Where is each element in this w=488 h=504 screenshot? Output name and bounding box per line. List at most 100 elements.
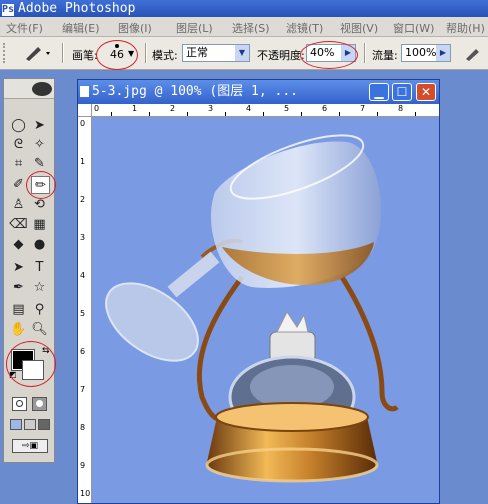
ruler-tick (415, 112, 416, 116)
ruler-left-label: 2 (80, 195, 86, 204)
lasso-tool-icon[interactable]: ᘓ (9, 136, 28, 154)
photoshop-logo-icon: Ps (2, 4, 15, 16)
close-icon: ✕ (420, 85, 432, 99)
maximize-icon: ☐ (396, 85, 408, 99)
screen-mode-menubar-button[interactable] (24, 419, 36, 430)
ruler-top-label: 2 (170, 104, 176, 113)
dodge-tool-icon[interactable]: ● (30, 236, 49, 254)
menu-edit[interactable]: 编辑(E) (62, 20, 100, 36)
ruler-top-label: 0 (94, 104, 100, 113)
document-window: 5-3.jpg @ 100% (图层 1, ... ▁ ☐ ✕ 0 1 2 3 … (77, 79, 440, 504)
ruler-left-label: 3 (80, 233, 86, 242)
flow-label: 流量: (372, 49, 398, 62)
minimize-button[interactable]: ▁ (369, 83, 389, 101)
annotation-circle-colors (6, 341, 56, 387)
ruler-left-label: 4 (80, 271, 86, 280)
airbrush-button[interactable] (462, 44, 482, 62)
eyedropper-tool-icon[interactable]: ⚲ (30, 301, 49, 319)
ruler-left-label: 0 (80, 119, 86, 128)
eye-logo-icon (32, 82, 52, 96)
ruler-top-label: 8 (398, 104, 404, 113)
flow-field[interactable]: 100% ▶ (401, 44, 451, 62)
ruler-left-label: 5 (80, 309, 86, 318)
menu-file[interactable]: 文件(F) (6, 20, 43, 36)
chevron-right-icon: ▶ (436, 45, 450, 61)
lamp-and-glass-image (105, 134, 399, 483)
type-tool-icon[interactable]: T (30, 259, 49, 277)
separator (145, 43, 147, 63)
gradient-tool-icon[interactable]: ▦ (30, 216, 49, 234)
ruler-top-label: 3 (208, 104, 214, 113)
document-icon (80, 86, 89, 97)
tool-preset-picker[interactable] (18, 44, 56, 62)
path-selection-tool-icon[interactable]: ➤ (9, 259, 28, 277)
shape-tool-icon[interactable]: ☆ (30, 279, 49, 297)
ruler-left-label: 7 (80, 385, 86, 394)
clone-stamp-tool-icon[interactable]: ♙ (9, 196, 28, 214)
image-canvas[interactable] (92, 117, 439, 503)
ruler-corner[interactable] (78, 104, 92, 117)
standard-mode-button[interactable] (12, 397, 27, 411)
menu-help[interactable]: 帮助(H) (446, 20, 485, 36)
screen-mode-full-button[interactable] (38, 419, 50, 430)
ruler-tick (111, 112, 112, 116)
menu-window[interactable]: 窗口(W) (393, 20, 434, 36)
ruler-top-label: 5 (284, 104, 290, 113)
mode-select[interactable]: 正常 ▼ (182, 44, 250, 62)
mode-label: 模式: (152, 49, 178, 62)
ruler-top-label: 7 (360, 104, 366, 113)
annotation-circle-opacity (300, 41, 358, 69)
menu-filter[interactable]: 滤镜(T) (286, 20, 323, 36)
app-titlebar: Ps Adobe Photoshop (0, 0, 488, 17)
vertical-ruler[interactable]: 0 1 2 3 4 5 6 7 8 9 10 (78, 117, 92, 503)
ruler-tick (149, 112, 150, 116)
move-tool-icon[interactable]: ➤ (30, 117, 49, 135)
marquee-tool-icon[interactable]: ◯ (9, 117, 28, 135)
flow-value: 100% (405, 46, 437, 59)
document-title: 5-3.jpg @ 100% (图层 1, ... (92, 84, 299, 99)
airbrush-icon (466, 49, 479, 61)
blur-tool-icon[interactable]: ◆ (9, 236, 28, 254)
minimize-icon: ▁ (374, 85, 384, 99)
ruler-left-label: 6 (80, 347, 86, 356)
options-grip[interactable] (3, 43, 9, 63)
quick-mask-button[interactable] (32, 397, 47, 411)
ruler-tick (225, 112, 226, 116)
screen-mode-standard-button[interactable] (10, 419, 22, 430)
ruler-tick (301, 112, 302, 116)
close-button[interactable]: ✕ (416, 83, 436, 101)
brush-icon (26, 47, 50, 61)
ruler-top-label: 6 (322, 104, 328, 113)
magic-wand-tool-icon[interactable]: ✧ (30, 136, 49, 154)
menu-select[interactable]: 选择(S) (232, 20, 270, 36)
notes-tool-icon[interactable]: ▤ (9, 301, 28, 319)
pen-tool-icon[interactable]: ✒ (9, 279, 28, 297)
menu-view[interactable]: 视图(V) (340, 20, 378, 36)
standard-mode-icon (16, 400, 23, 407)
annotation-circle-brush-tool (26, 171, 56, 199)
maximize-button[interactable]: ☐ (392, 83, 412, 101)
ruler-tick (263, 112, 264, 116)
horizontal-ruler[interactable]: 0 1 2 3 4 5 6 7 8 (92, 104, 439, 117)
brush-label: 画笔: (72, 49, 98, 62)
app-title: Adobe Photoshop (18, 1, 136, 16)
ruler-left-label: 8 (80, 423, 86, 432)
menu-layer[interactable]: 图层(L) (176, 20, 213, 36)
menu-bar: 文件(F) 编辑(E) 图像(I) 图层(L) 选择(S) 滤镜(T) 视图(V… (0, 17, 488, 37)
hand-tool-icon[interactable]: ✋ (9, 321, 28, 339)
ruler-tick (377, 112, 378, 116)
ruler-left-label: 9 (80, 461, 86, 470)
crop-tool-icon[interactable]: ⌗ (9, 155, 28, 173)
history-brush-tool-icon[interactable]: ⟲ (30, 196, 49, 214)
options-bar: 画笔: 46 ▼ 模式: 正常 ▼ 不透明度: 40% ▶ 流量: 100% ▶ (0, 37, 488, 70)
zoom-tool-icon[interactable]: 🔍︎ (30, 321, 49, 339)
chevron-down-icon: ▼ (235, 45, 249, 61)
eraser-tool-icon[interactable]: ⌫ (9, 216, 28, 234)
quick-mask-icon (36, 400, 43, 407)
toolbox-header[interactable] (4, 79, 54, 99)
ruler-left-label: 10 (80, 489, 91, 498)
separator (364, 43, 366, 63)
ruler-tick (339, 112, 340, 116)
jump-to-imageready-button[interactable]: ⇨▣ (12, 439, 48, 453)
menu-image[interactable]: 图像(I) (118, 20, 152, 36)
